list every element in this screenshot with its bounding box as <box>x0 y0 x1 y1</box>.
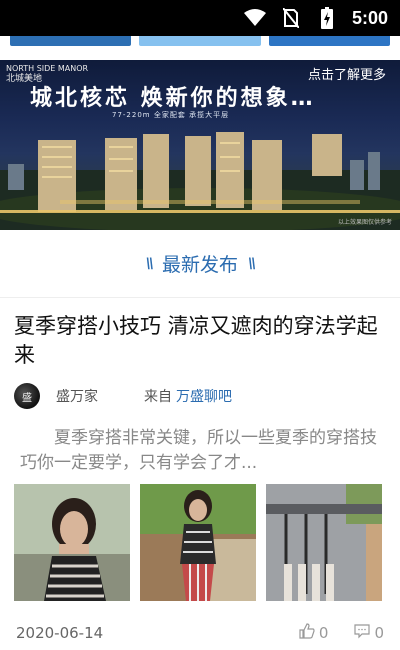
like-count: 0 <box>318 624 329 642</box>
banner-subtitle: 77-220m 全家配套 承揽大平层 <box>112 111 230 119</box>
status-time: 5:00 <box>351 7 388 28</box>
top-tab-strip <box>0 36 400 48</box>
comment-count: 0 <box>374 624 384 642</box>
article-meta: 盛 盛万家 来自 万盛聊吧 <box>14 382 386 410</box>
no-sim-icon <box>280 7 302 29</box>
thumbnail-image[interactable] <box>266 484 382 601</box>
wifi-icon <box>243 7 266 29</box>
tab-strip-segment[interactable] <box>10 36 132 46</box>
article-footer: 2020-06-14 0 0 <box>14 621 386 645</box>
banner-disclaimer: 以上效果图仅供参考 <box>337 219 392 226</box>
source-link[interactable]: 万盛聊吧 <box>176 386 232 406</box>
banner-headline: 城北核芯 焕新你的想象… <box>30 86 316 111</box>
article-title[interactable]: 夏季穿搭小技巧 清凉又遮肉的穿法学起来 <box>14 312 386 370</box>
avatar[interactable]: 盛 <box>14 383 40 409</box>
banner-cta[interactable]: 点击了解更多 <box>308 64 386 83</box>
like-button[interactable]: 0 <box>299 623 329 643</box>
status-bar: 5:00 <box>0 0 400 36</box>
promo-banner[interactable]: NORTH SIDE MANOR 北城美地 点击了解更多 城北核芯 焕新你的想象… <box>0 60 400 230</box>
slash-decoration-icon: \\ <box>145 255 154 272</box>
comment-icon <box>354 623 371 643</box>
banner-brand-en: NORTH SIDE MANOR <box>6 64 89 73</box>
article-summary: 夏季穿搭非常关键，所以一些夏季的穿搭技巧你一定要学，只有学会了才... <box>20 428 377 473</box>
tab-strip-segment[interactable] <box>268 36 390 46</box>
section-heading: \\ 最新发布 \\ <box>0 230 400 298</box>
article-thumbnails <box>14 484 386 601</box>
thumbnail-image[interactable] <box>14 484 130 601</box>
from-label: 来自 <box>144 389 172 405</box>
like-icon <box>299 623 315 643</box>
author-name[interactable]: 盛万家 <box>56 386 98 406</box>
section-title: 最新发布 <box>161 254 238 276</box>
slash-decoration-icon: \\ <box>248 255 256 272</box>
tab-strip-segment[interactable] <box>139 36 261 46</box>
thumbnail-image[interactable] <box>140 484 256 601</box>
article-card[interactable]: 夏季穿搭小技巧 清凉又遮肉的穿法学起来 盛 盛万家 来自 万盛聊吧 夏季穿搭非常… <box>0 298 400 645</box>
battery-icon <box>316 7 338 29</box>
publish-date: 2020-06-14 <box>16 624 104 642</box>
comment-button[interactable]: 0 <box>354 623 384 643</box>
